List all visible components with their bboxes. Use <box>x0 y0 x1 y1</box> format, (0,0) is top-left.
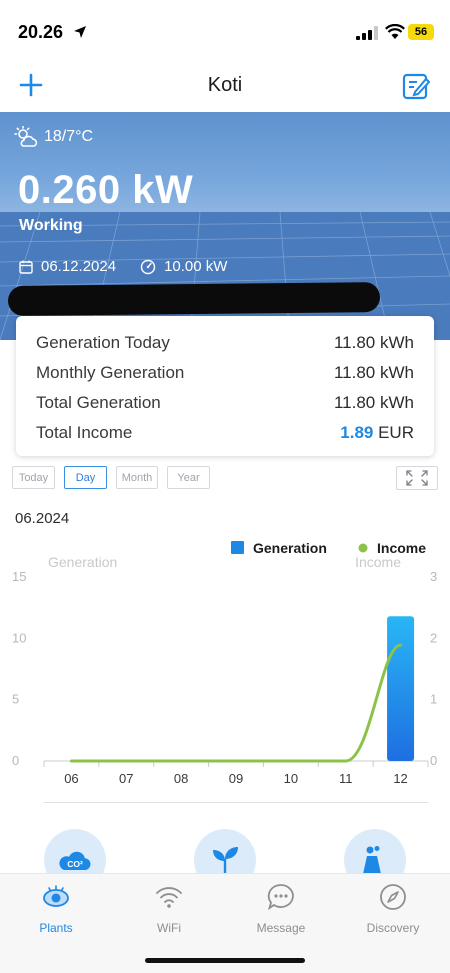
stat-row: Total Generation 11.80 kWh <box>36 388 414 418</box>
x-tick-label: 11 <box>339 771 353 786</box>
calendar-icon <box>19 260 33 274</box>
tab-wifi[interactable]: WiFi <box>119 882 219 935</box>
x-tick-label: 10 <box>284 771 298 786</box>
tab-message-label: Message <box>256 921 306 935</box>
partly-cloudy-icon <box>14 126 38 147</box>
section-divider <box>44 802 428 803</box>
capacity-item: 10.00 kW <box>140 258 227 275</box>
income-row: Total Income 1.89 EUR <box>36 418 414 448</box>
x-tick-label: 07 <box>119 771 133 786</box>
gauge-icon <box>140 259 156 274</box>
y2-tick-label: 3 <box>430 569 437 584</box>
generation-bar[interactable] <box>387 616 415 761</box>
stat-value: 11.80 kWh <box>333 393 414 412</box>
date-item: 06.12.2024 <box>19 258 116 275</box>
stat-row: Generation Today 11.80 kWh <box>36 328 414 358</box>
x-tick-label: 12 <box>393 771 407 786</box>
y2-tick-label: 2 <box>430 630 437 645</box>
fullscreen-button[interactable] <box>396 466 438 490</box>
y-tick-label: 0 <box>12 753 19 768</box>
tab-plants-label: Plants <box>39 921 73 935</box>
installed-capacity: 10.00 kW <box>164 258 228 275</box>
tab-year[interactable]: Year <box>167 466 210 489</box>
y-tick-label: 15 <box>12 569 26 584</box>
battery-indicator: 56 <box>408 24 434 40</box>
power-plant-icon <box>363 846 381 874</box>
co2-cloud-icon: CO² <box>59 851 91 870</box>
tab-wifi-label: WiFi <box>157 921 181 935</box>
income-line <box>69 643 403 763</box>
plant-meta: 06.12.2024 10.00 kW <box>19 258 251 275</box>
compass-icon <box>380 884 406 910</box>
stat-value: 11.80 kWh <box>333 333 414 352</box>
x-tick-label: 09 <box>229 771 243 786</box>
plant-hero-banner: 18/7°C 0.260 kW Working 06.12.2024 10.00… <box>0 112 450 340</box>
income-unit: EUR <box>378 423 414 442</box>
y2-tick-label: 1 <box>430 692 437 707</box>
message-icon <box>267 884 294 911</box>
svg-text:CO²: CO² <box>67 859 83 869</box>
y-axis-label: Generation <box>48 554 117 570</box>
page-title: Koti <box>207 74 243 96</box>
y-tick-label: 5 <box>12 692 19 707</box>
generation-income-chart: 051015 0123 06 07 08 09 10 11 12 Generation In… <box>12 540 437 786</box>
temperature-text: 18/7°C <box>44 128 94 145</box>
current-power: 0.260 kW <box>18 168 194 212</box>
stat-label: Monthly Generation <box>36 363 185 382</box>
tab-discovery-label: Discovery <box>366 921 420 935</box>
wifi-status-icon <box>385 24 405 39</box>
x-tick-label: 08 <box>174 771 188 786</box>
signal-icon <box>356 26 378 40</box>
redacted-address <box>7 282 381 316</box>
location-arrow-icon <box>74 26 86 38</box>
expand-icon <box>406 470 428 486</box>
plant-status: Working <box>19 217 83 234</box>
wifi-icon <box>156 887 182 908</box>
tab-today[interactable]: Today <box>12 466 55 489</box>
legend: Generation Income <box>231 540 426 556</box>
y2-tick-label: 0 <box>430 753 437 768</box>
weather-info: 18/7°C <box>14 126 93 148</box>
generation-stats-card: Generation Today 11.80 kWh Monthly Gener… <box>16 316 434 456</box>
stat-label: Generation Today <box>36 333 170 352</box>
tab-month[interactable]: Month <box>116 466 158 489</box>
legend-generation-label: Generation <box>253 540 327 556</box>
install-date: 06.12.2024 <box>41 258 117 275</box>
y2-axis-label: Income <box>355 554 401 570</box>
home-indicator <box>145 958 305 963</box>
nav-bar: Koti <box>0 62 450 112</box>
legend-income-swatch <box>358 543 368 553</box>
y-tick-label: 10 <box>12 630 26 645</box>
eye-icon <box>43 885 69 907</box>
legend-income-label: Income <box>377 540 426 556</box>
x-tick-label: 06 <box>64 771 78 786</box>
income-value: 1.89 <box>340 423 374 442</box>
income-value-group: 1.89 EUR <box>340 423 414 443</box>
status-time: 20.26 <box>18 22 64 42</box>
stat-row: Monthly Generation 11.80 kWh <box>36 358 414 388</box>
tab-discovery[interactable]: Discovery <box>343 882 443 935</box>
tab-day[interactable]: Day <box>64 466 107 489</box>
edit-icon[interactable] <box>402 72 430 100</box>
stat-label: Total Generation <box>36 393 161 412</box>
income-label: Total Income <box>36 423 133 442</box>
stat-value: 11.80 kWh <box>333 363 414 382</box>
tab-plants[interactable]: Plants <box>6 882 106 935</box>
period-label: 06.2024 <box>15 510 70 527</box>
status-bar: 20.26 56 <box>0 0 450 62</box>
legend-generation-swatch <box>231 541 244 554</box>
period-tabs: Today Day Month Year <box>12 466 210 489</box>
sprout-icon <box>213 847 238 873</box>
tab-message[interactable]: Message <box>231 882 331 935</box>
